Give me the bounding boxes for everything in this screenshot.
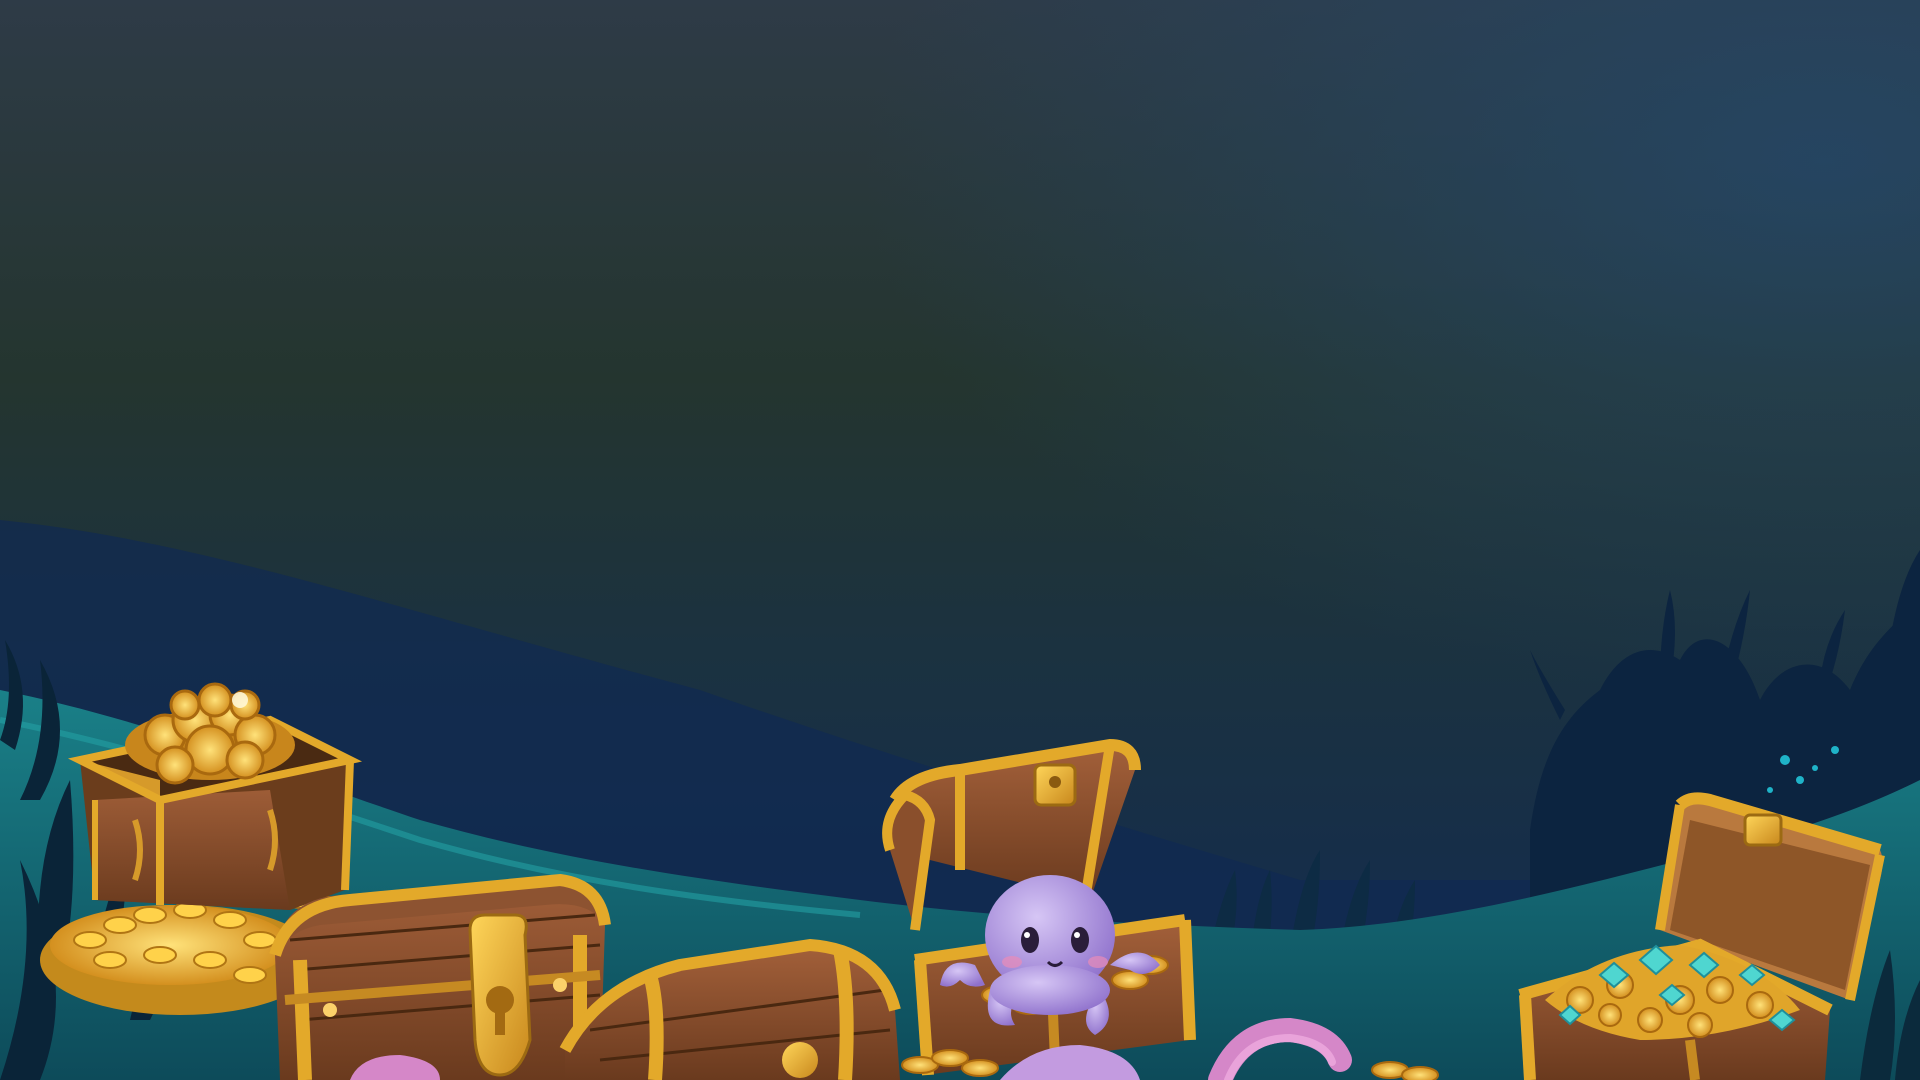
lock-icon bbox=[468, 913, 532, 1077]
underwater-treasure-scene bbox=[0, 0, 1920, 1080]
lid-lock-icon bbox=[1033, 763, 1077, 807]
locked-treasure-chest bbox=[269, 873, 611, 1080]
gem-chest-lock-icon bbox=[1743, 813, 1783, 847]
